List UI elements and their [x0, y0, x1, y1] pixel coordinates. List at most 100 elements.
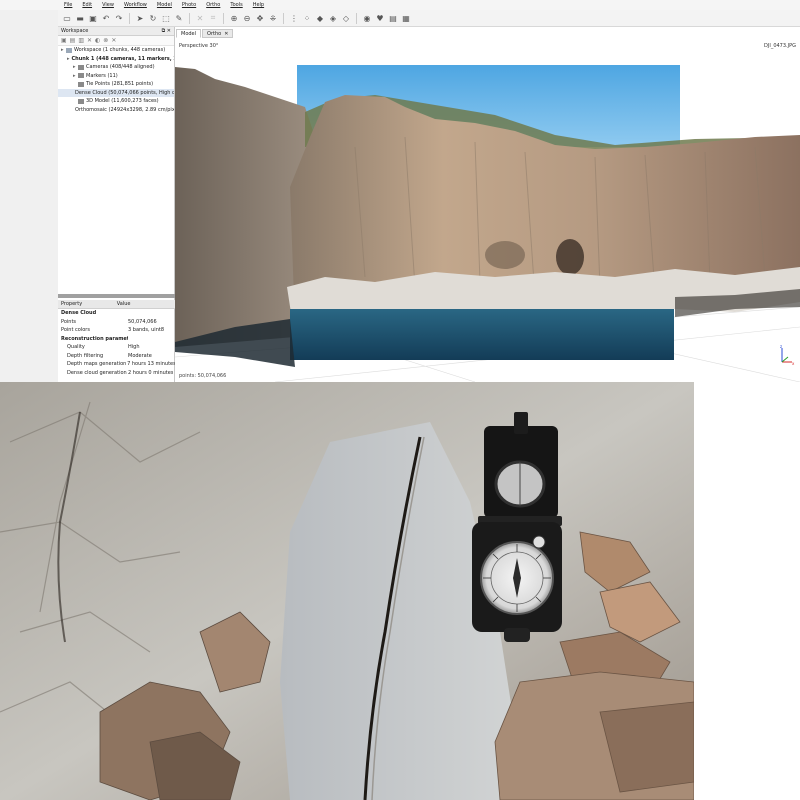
- rectangle-selection-icon[interactable]: ⬚: [161, 13, 171, 23]
- tree-item[interactable]: ▸Chunk 1 (448 cameras, 11 markers, 281,8…: [58, 55, 174, 64]
- property-value: 3 bands, uint8: [128, 327, 165, 334]
- toolbar-separator: [223, 12, 224, 24]
- point-cloud-scene[interactable]: [175, 27, 800, 382]
- toolbar-separator: [283, 12, 284, 24]
- add-folder-icon[interactable]: ▥: [78, 37, 84, 44]
- cave-small: [485, 241, 525, 269]
- menu-tools[interactable]: Tools: [230, 2, 242, 8]
- status-text: points: 50,074,066: [179, 373, 227, 379]
- property-name: Dense cloud generation time: [67, 369, 128, 376]
- menu-bar: File Edit View Workflow Model Photo Orth…: [0, 0, 800, 10]
- toolbar-separator: [189, 12, 190, 24]
- tree-item-icon: [66, 47, 72, 53]
- property-row: Point colors 3 bands, uint8: [58, 326, 175, 335]
- menu-photo[interactable]: Photo: [182, 2, 196, 8]
- mesh-icon[interactable]: ◆: [315, 13, 325, 23]
- tree-item[interactable]: 3D Model (11,600,273 faces): [58, 97, 174, 106]
- zoom-out-icon[interactable]: ⊖: [242, 13, 252, 23]
- compass: [472, 412, 562, 642]
- open-icon[interactable]: ▬: [75, 13, 85, 23]
- axes-gizmo-icon: z x: [780, 344, 795, 366]
- zoom-in-icon[interactable]: ⊕: [229, 13, 239, 23]
- tree-item-icon: [78, 98, 84, 104]
- navigation-icon[interactable]: ➤: [135, 13, 145, 23]
- tree-item[interactable]: Tie Points (281,851 points): [58, 80, 174, 89]
- camera-label: DJI_0473.JPG: [764, 43, 796, 49]
- projection-label: Perspective 30°: [179, 43, 219, 49]
- property-value: 50,074,066: [128, 318, 157, 325]
- menu-ortho[interactable]: Ortho: [206, 2, 220, 8]
- grid-icon[interactable]: ⋮: [289, 13, 299, 23]
- menu-edit[interactable]: Edit: [82, 2, 92, 8]
- property-row: Quality High: [58, 343, 175, 352]
- property-value: 7 hours 13 minutes: [127, 361, 175, 368]
- menu-view[interactable]: View: [102, 2, 114, 8]
- model-viewport[interactable]: Model Ortho ✕ Perspective 30° DJI_0473.JP…: [175, 27, 800, 382]
- shade-icon[interactable]: ◈: [328, 13, 338, 23]
- tree-item-label: Chunk 1 (448 cameras, 11 markers, 281,85…: [71, 55, 174, 62]
- show-cameras-icon[interactable]: ▤: [388, 13, 398, 23]
- show-images-icon[interactable]: ▦: [401, 13, 411, 23]
- tree-item[interactable]: ▸ Cameras (408/448 aligned): [58, 63, 174, 72]
- tree-item-icon: [78, 81, 84, 87]
- property-value: Moderate: [128, 352, 152, 359]
- tab-model-label: Model: [181, 30, 197, 37]
- tree-item[interactable]: ▸ Workspace (1 chunks, 448 cameras): [58, 46, 174, 55]
- tree-item[interactable]: ▸ Markers (11): [58, 72, 174, 81]
- properties-panel: Property Value Dense Cloud Points 50,074,0…: [58, 300, 175, 377]
- tree-item[interactable]: Orthomosaic (24924x3298, 2.89 cm/pix): [58, 106, 174, 115]
- new-icon[interactable]: ▭: [62, 13, 72, 23]
- property-row: Reconstruction parameters: [58, 335, 175, 344]
- marker-icon[interactable]: ♥: [375, 13, 385, 23]
- close-icon[interactable]: ✕: [111, 37, 116, 44]
- compass-sight-wire: [514, 412, 528, 434]
- tab-close-icon[interactable]: ✕: [224, 31, 228, 37]
- remove-item-icon[interactable]: ✕: [87, 37, 92, 44]
- property-column-header: Property: [61, 301, 83, 307]
- rotate-icon[interactable]: ↻: [148, 13, 158, 23]
- property-value: High: [128, 344, 140, 351]
- property-row: Dense Cloud: [58, 309, 175, 318]
- tab-model[interactable]: Model: [176, 29, 202, 38]
- tree-item-icon: [78, 73, 84, 79]
- panel-splitter[interactable]: [58, 294, 175, 298]
- ruler-icon[interactable]: ✎: [174, 13, 184, 23]
- panel-float-close-icon[interactable]: ⧉ ✕: [162, 28, 171, 34]
- disable-item-icon[interactable]: ⊗: [103, 37, 108, 44]
- add-photos-icon[interactable]: ▤: [70, 37, 76, 44]
- move-icon[interactable]: ✥: [255, 13, 265, 23]
- tree-item-label: Orthomosaic (24924x3298, 2.89 cm/pix): [75, 106, 174, 113]
- camera-icon[interactable]: ◉: [362, 13, 372, 23]
- menu-model[interactable]: Model: [157, 2, 172, 8]
- svg-text:z: z: [780, 344, 782, 349]
- tree-item[interactable]: Dense Cloud (50,074,066 points, High qua…: [58, 88, 174, 97]
- crop-icon[interactable]: ⌗: [208, 13, 218, 23]
- value-column-header: Value: [116, 301, 131, 307]
- redo-icon[interactable]: ↷: [114, 13, 124, 23]
- save-icon[interactable]: ▣: [88, 13, 98, 23]
- menu-file[interactable]: File: [64, 2, 72, 8]
- delete-icon[interactable]: ✕: [195, 13, 205, 23]
- property-name: Reconstruction parameters: [61, 335, 128, 342]
- workspace-title-bar: Workspace ⧉ ✕: [58, 27, 174, 36]
- property-row: Dense cloud generation time2 hours 0 min…: [58, 369, 175, 378]
- workspace-tree: ▸ Workspace (1 chunks, 448 cameras) ▸ Chunk…: [58, 46, 174, 114]
- enable-item-icon[interactable]: ◐: [95, 37, 100, 44]
- sea-image-plane: [290, 309, 674, 360]
- texture-icon[interactable]: ◇: [341, 13, 351, 23]
- property-name: Depth filtering: [67, 352, 104, 359]
- expand-arrow-icon[interactable]: ▸: [67, 56, 70, 62]
- tab-ortho[interactable]: Ortho ✕: [202, 29, 234, 38]
- workspace-panel: Workspace ⧉ ✕ ▣ ▤ ▥ ✕ ◐ ⊗ ✕ ▸ Workspace (…: [58, 27, 175, 382]
- point-cloud-icon[interactable]: ⁘: [302, 13, 312, 23]
- menu-help[interactable]: Help: [253, 2, 264, 8]
- tab-ortho-label: Ortho: [207, 30, 222, 37]
- viewport-tabs: Model Ortho ✕: [175, 29, 234, 38]
- property-name: Points: [61, 318, 77, 325]
- menu-workflow[interactable]: Workflow: [124, 2, 147, 8]
- fit-icon[interactable]: ⁜: [268, 13, 278, 23]
- add-chunk-icon[interactable]: ▣: [61, 37, 67, 44]
- undo-icon[interactable]: ↶: [101, 13, 111, 23]
- field-photo-compass-on-rock: [0, 382, 694, 800]
- tree-item-label: Workspace (1 chunks, 448 cameras): [74, 47, 166, 54]
